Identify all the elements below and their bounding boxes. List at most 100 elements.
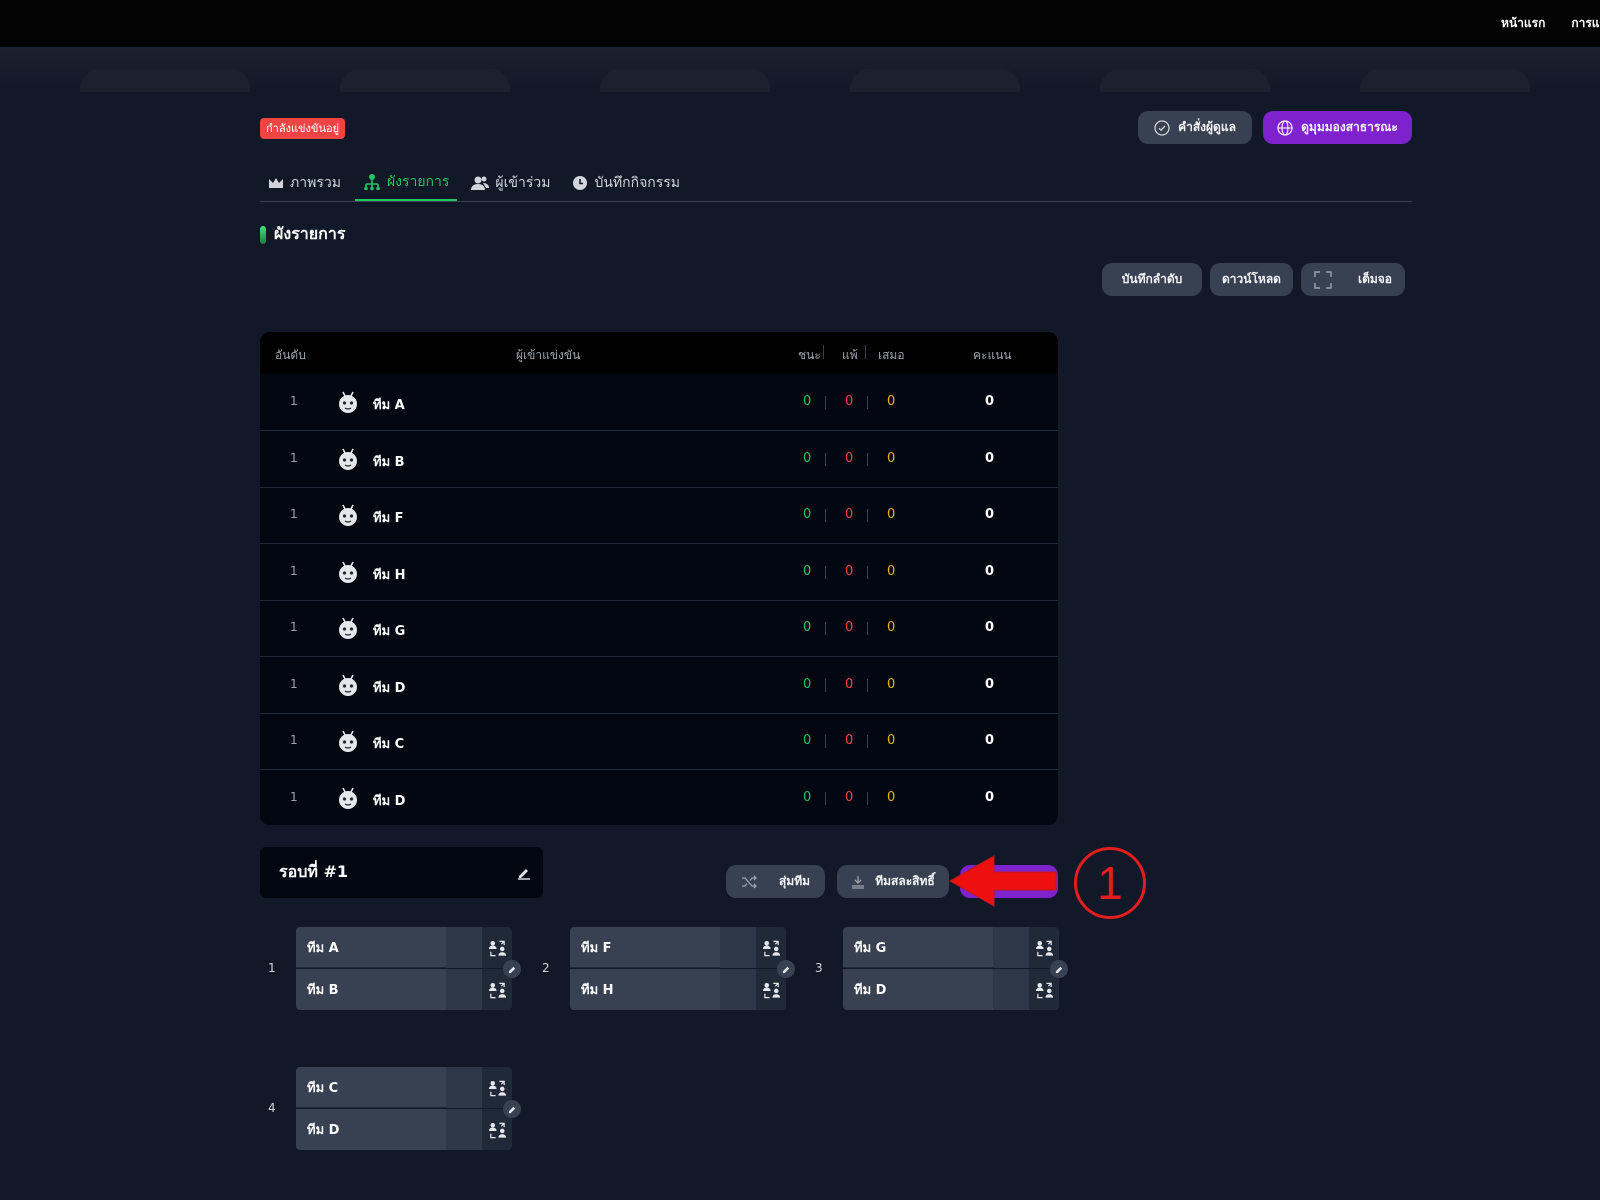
- loss-cell: 0: [845, 563, 854, 579]
- tab-bracket-label: ผังรายการ: [386, 174, 450, 190]
- shuffle-teams-button[interactable]: สุ่มทีม: [726, 865, 825, 898]
- team-avatar-icon: [337, 729, 359, 753]
- tab-bracket[interactable]: ผังรายการ: [354, 165, 458, 201]
- annotation-number: 1: [1074, 847, 1146, 919]
- team1-name: ทีม F: [581, 940, 612, 956]
- match-number: 1: [268, 961, 276, 975]
- round-title: รอบที่ #1: [279, 862, 349, 881]
- bracket-match: 4 ทีม C ทีม D: [268, 1066, 521, 1151]
- rank-cell: 1: [290, 733, 298, 747]
- edit-match-icon[interactable]: [777, 960, 795, 978]
- match-slot-team1[interactable]: ทีม C: [296, 1066, 482, 1108]
- table-row: 1 ทีม H 0 0 0 0: [260, 544, 1058, 601]
- draw-cell: 0: [887, 676, 896, 692]
- rank-cell: 1: [290, 620, 298, 634]
- points-cell: 0: [985, 789, 995, 805]
- tab-participants-label: ผู้เข้าร่วม: [495, 175, 551, 191]
- standings-table: อันดับ ผู้เข้าแข่งขัน ชนะ แพ้ เสมอ คะแนน…: [260, 332, 1058, 825]
- round-header: รอบที่ #1: [260, 847, 543, 898]
- tab-bar: ภาพรวม ผังรายการ ผู้เข้าร่วม บันทึกกิจกร…: [260, 165, 1412, 202]
- users-icon: [471, 176, 490, 190]
- team2-score-cell[interactable]: [720, 969, 756, 1010]
- tab-activity-log[interactable]: บันทึกกิจกรรม: [564, 165, 688, 201]
- team-avatar-icon: [337, 786, 359, 810]
- header-loss: แพ้: [842, 348, 858, 362]
- bracket-icon: [364, 174, 380, 191]
- globe-icon: [1277, 119, 1293, 136]
- rank-cell: 1: [290, 394, 298, 408]
- loss-cell: 0: [845, 507, 854, 522]
- win-cell: 0: [803, 789, 812, 805]
- section-title-text: ผังรายการ: [274, 224, 346, 243]
- team1-score-cell[interactable]: [993, 926, 1029, 968]
- admin-commands-button[interactable]: คำสั่งผู้ดูแล: [1138, 111, 1252, 144]
- nav-competitions-link[interactable]: การแข่งขัน: [1571, 14, 1600, 33]
- tab-overview[interactable]: ภาพรวม: [260, 165, 349, 201]
- team2-score-cell[interactable]: [993, 969, 1029, 1010]
- clock-icon: [573, 176, 588, 190]
- tab-participants[interactable]: ผู้เข้าร่วม: [463, 165, 558, 201]
- win-cell: 0: [803, 394, 812, 409]
- win-cell: 0: [803, 563, 812, 579]
- team1-score-cell[interactable]: [720, 926, 756, 968]
- fullscreen-icon: [1314, 270, 1332, 289]
- team-name-cell: ทีม F: [373, 511, 404, 526]
- team2-score-cell[interactable]: [446, 969, 482, 1010]
- match-slot-team2[interactable]: ทีม H: [570, 969, 756, 1010]
- points-cell: 0: [985, 450, 995, 466]
- admin-commands-label: คำสั่งผู้ดูแล: [1178, 120, 1236, 134]
- win-cell: 0: [803, 450, 812, 466]
- table-row: 1 ทีม A 0 0 0 0: [260, 374, 1058, 431]
- win-cell: 0: [803, 733, 812, 748]
- draw-cell: 0: [887, 620, 896, 635]
- forfeit-teams-button[interactable]: ทีมสละสิทธิ์: [837, 865, 949, 898]
- save-order-button[interactable]: บันทึกลำดับ: [1102, 263, 1202, 296]
- team1-score-cell[interactable]: [446, 926, 482, 968]
- team-avatar-icon: [337, 673, 359, 697]
- match-slot-team2[interactable]: ทีม D: [296, 1109, 482, 1150]
- crown-icon: [269, 178, 283, 188]
- team-avatar-icon: [337, 447, 359, 471]
- match-slot-team1[interactable]: ทีม F: [570, 926, 756, 968]
- rank-cell: 1: [290, 507, 298, 521]
- edit-match-icon[interactable]: [503, 960, 521, 978]
- loss-cell: 0: [845, 789, 854, 805]
- public-view-button[interactable]: ดูมุมมองสาธารณะ: [1263, 111, 1412, 144]
- shuffle-icon: [741, 875, 757, 888]
- match-slot-team1[interactable]: ทีม A: [296, 926, 482, 968]
- team2-score-cell[interactable]: [446, 1109, 482, 1150]
- match-slot-team2[interactable]: ทีม B: [296, 969, 482, 1010]
- edit-match-icon[interactable]: [1050, 960, 1068, 978]
- rank-cell: 1: [290, 789, 298, 804]
- match-slot-team2[interactable]: ทีม D: [843, 969, 1029, 1010]
- nav-home-link[interactable]: หน้าแรก: [1501, 14, 1545, 33]
- fullscreen-button[interactable]: เต็มจอ: [1301, 263, 1405, 296]
- edit-icon[interactable]: [517, 866, 531, 880]
- loss-cell: 0: [845, 733, 854, 748]
- download-button[interactable]: ดาวน์โหลด: [1210, 263, 1293, 296]
- hero-banner: [0, 47, 1600, 92]
- points-cell: 0: [985, 620, 995, 635]
- team1-name: ทีม A: [307, 940, 339, 956]
- team-avatar-icon: [337, 390, 359, 414]
- edit-match-icon[interactable]: [503, 1100, 521, 1118]
- match-slot-team1[interactable]: ทีม G: [843, 926, 1029, 968]
- forfeit-teams-label: ทีมสละสิทธิ์: [875, 874, 935, 888]
- team2-name: ทีม H: [581, 983, 614, 998]
- match-number: 3: [815, 961, 823, 975]
- table-row: 1 ทีม D 0 0 0 0: [260, 770, 1058, 826]
- public-view-label: ดูมุมมองสาธารณะ: [1301, 120, 1398, 134]
- team-avatar-icon: [337, 616, 359, 640]
- bracket-match: 1 ทีม A ทีม B: [268, 926, 521, 1011]
- draw-cell: 0: [887, 394, 896, 409]
- bracket-match: 3 ทีม G ทีม D: [815, 926, 1068, 1011]
- loss-cell: 0: [845, 620, 854, 635]
- points-cell: 0: [985, 733, 995, 748]
- team1-score-cell[interactable]: [446, 1066, 482, 1108]
- tab-activity-log-label: บันทึกกิจกรรม: [594, 175, 681, 191]
- team2-name: ทีม B: [307, 983, 339, 998]
- header-participant: ผู้เข้าแข่งขัน: [516, 348, 581, 362]
- team-name-cell: ทีม C: [373, 737, 405, 752]
- red-arrow-icon: [948, 855, 1057, 907]
- header-points: คะแนน: [973, 348, 1012, 362]
